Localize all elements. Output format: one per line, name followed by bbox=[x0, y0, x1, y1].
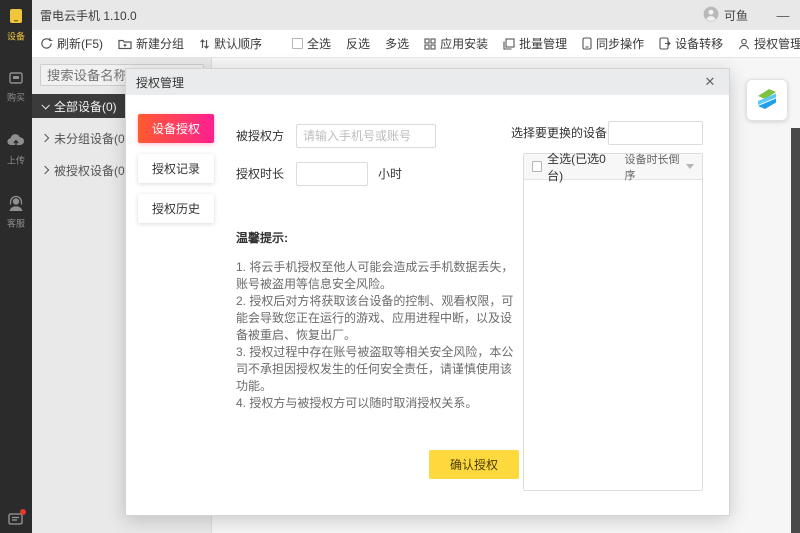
sidebar-item-label: 客服 bbox=[7, 219, 25, 230]
folder-plus-icon bbox=[118, 38, 132, 50]
minimize-button[interactable]: — bbox=[772, 8, 794, 23]
tip-item: 2. 授权后对方将获取该台设备的控制、观看权限，可能会导致您正在运行的游戏、应用… bbox=[236, 294, 514, 342]
floating-launcher-badge[interactable] bbox=[746, 79, 788, 121]
batch-manage-label: 批量管理 bbox=[519, 37, 568, 51]
notification-dot bbox=[20, 509, 26, 515]
sidebar-item-label: 设备 bbox=[7, 32, 25, 43]
duration-input[interactable] bbox=[296, 162, 368, 186]
phone-sync-icon bbox=[582, 37, 592, 50]
tab-auth-history[interactable]: 授权历史 bbox=[138, 194, 214, 223]
titlebar: 雷电云手机 1.10.0 可鱼 — bbox=[32, 0, 800, 30]
invert-select-label: 反选 bbox=[346, 37, 371, 51]
tip-item: 1. 将云手机授权至他人可能会造成云手机数据丢失，账号被盗用等信息安全风险。 bbox=[236, 260, 514, 291]
person-icon bbox=[738, 38, 750, 50]
headset-icon bbox=[6, 195, 26, 213]
confirm-auth-button[interactable]: 确认授权 bbox=[429, 450, 519, 479]
select-all-label: 全选 bbox=[307, 37, 332, 51]
device-select-label: 选择要更换的设备 bbox=[511, 126, 608, 140]
refresh-label: 刷新(F5) bbox=[57, 37, 103, 51]
new-group-button[interactable]: 新建分组 bbox=[118, 35, 184, 52]
modal-header: 授权管理 ✕ bbox=[126, 69, 729, 95]
new-group-label: 新建分组 bbox=[136, 37, 185, 51]
app-install-label: 应用安装 bbox=[440, 37, 489, 51]
tip-item: 3. 授权过程中存在账号被盗取等相关安全风险，本公司不承担因授权发生的任何安全责… bbox=[236, 345, 514, 393]
tab-device-auth[interactable]: 设备授权 bbox=[138, 114, 214, 143]
device-filter-input[interactable] bbox=[608, 121, 703, 145]
app-window: 设备 购买 上传 客服 雷电云手机 1.10.0 可鱼 — 刷新(F5) 新建分… bbox=[0, 0, 800, 533]
device-phone-icon bbox=[6, 6, 26, 26]
select-all-devices-checkbox[interactable] bbox=[532, 161, 543, 172]
chevron-down-icon bbox=[41, 101, 50, 110]
tree-item-label: 未分组设备(0) bbox=[54, 131, 129, 146]
multi-select-label: 多选 bbox=[385, 37, 410, 51]
cloud-upload-icon bbox=[6, 132, 26, 150]
select-all-checkbox[interactable]: 全选 bbox=[292, 35, 331, 52]
sidebar-item-label: 购买 bbox=[7, 93, 25, 104]
refresh-icon bbox=[40, 37, 53, 50]
device-list-panel: 全选(已选0台) 设备时长倒序 bbox=[523, 151, 703, 491]
sync-ops-label: 同步操作 bbox=[596, 37, 645, 51]
duration-label: 授权时长 bbox=[236, 167, 285, 181]
sidebar-item-label: 上传 bbox=[7, 156, 25, 167]
sidebar: 设备 购买 上传 客服 bbox=[0, 0, 32, 533]
username: 可鱼 bbox=[723, 8, 748, 23]
chevron-right-icon bbox=[40, 133, 50, 143]
phone-transfer-icon bbox=[659, 37, 671, 50]
app-title: 雷电云手机 1.10.0 bbox=[40, 8, 137, 23]
close-icon[interactable]: ✕ bbox=[701, 74, 719, 90]
tips-list: 1. 将云手机授权至他人可能会造成云手机数据丢失，账号被盗用等信息安全风险。 2… bbox=[236, 259, 514, 412]
tree-item-label: 全部设备(0) bbox=[54, 99, 117, 114]
refresh-button[interactable]: 刷新(F5) bbox=[40, 35, 103, 52]
default-order-button[interactable]: 默认顺序 bbox=[199, 35, 262, 52]
tree-item-label: 被授权设备(0) bbox=[54, 163, 129, 178]
sidebar-item-upload[interactable]: 上传 bbox=[0, 126, 32, 171]
auth-modal: 授权管理 ✕ 设备授权 授权记录 授权历史 被授权方 授权时长 小时 温馨提示:… bbox=[125, 68, 730, 516]
chevron-right-icon bbox=[40, 165, 50, 175]
s-logo-icon bbox=[753, 85, 781, 116]
sidebar-item-messages[interactable] bbox=[0, 509, 32, 533]
batch-manage-button[interactable]: 批量管理 bbox=[503, 35, 567, 52]
toolbar: 刷新(F5) 新建分组 默认顺序 全选 反选 多选 应用安装 批量管理 同步操作 bbox=[32, 30, 800, 58]
sort-dropdown[interactable]: 设备时长倒序 bbox=[625, 151, 694, 183]
desktop-edge bbox=[791, 128, 800, 533]
copy-icon bbox=[503, 37, 515, 50]
sort-icon bbox=[199, 38, 210, 50]
sidebar-item-devices[interactable]: 设备 bbox=[0, 0, 32, 47]
grantee-label: 被授权方 bbox=[236, 129, 285, 143]
sort-label: 设备时长倒序 bbox=[624, 153, 680, 182]
avatar-icon bbox=[703, 6, 719, 25]
caret-down-icon bbox=[686, 164, 694, 169]
device-transfer-label: 设备转移 bbox=[675, 37, 724, 51]
device-list-header: 全选(已选0台) 设备时长倒序 bbox=[524, 151, 702, 183]
grid-icon bbox=[424, 37, 436, 50]
tab-auth-records[interactable]: 授权记录 bbox=[138, 154, 214, 183]
tip-item: 4. 授权方与被授权方可以随时取消授权关系。 bbox=[236, 396, 478, 410]
multi-select-button[interactable]: 多选 bbox=[385, 35, 409, 52]
sidebar-item-support[interactable]: 客服 bbox=[0, 189, 32, 234]
default-order-label: 默认顺序 bbox=[214, 37, 263, 51]
auth-manage-label: 授权管理 bbox=[754, 37, 800, 51]
sidebar-item-buy[interactable]: 购买 bbox=[0, 63, 32, 108]
modal-title: 授权管理 bbox=[136, 75, 185, 90]
app-install-button[interactable]: 应用安装 bbox=[424, 35, 488, 52]
checkbox-icon bbox=[292, 38, 304, 49]
select-all-devices-label: 全选(已选0台) bbox=[547, 151, 606, 183]
auth-manage-button[interactable]: 授权管理 bbox=[738, 35, 800, 52]
tips-title: 温馨提示: bbox=[236, 231, 288, 245]
duration-unit: 小时 bbox=[378, 167, 403, 181]
invert-select-button[interactable]: 反选 bbox=[346, 35, 370, 52]
grantee-input[interactable] bbox=[296, 124, 436, 148]
user-menu[interactable]: 可鱼 bbox=[703, 6, 748, 25]
shop-icon bbox=[7, 69, 25, 87]
sync-ops-button[interactable]: 同步操作 bbox=[582, 35, 644, 52]
device-transfer-button[interactable]: 设备转移 bbox=[659, 35, 723, 52]
